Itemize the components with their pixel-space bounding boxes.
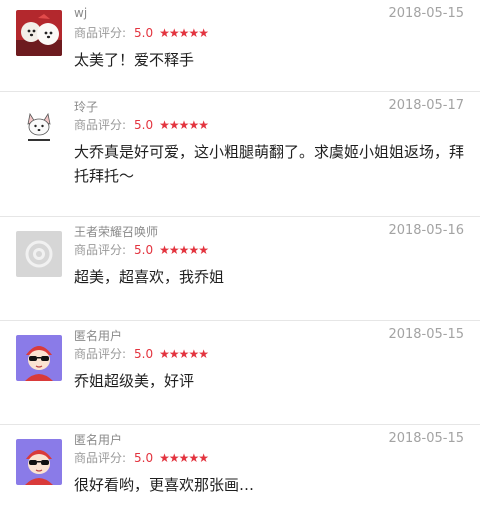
review-username: 匿名用户: [74, 433, 123, 447]
rating-row: 商品评分: 5.0 ★ ★ ★ ★ ★: [74, 345, 209, 362]
star-icon: ★: [168, 242, 180, 257]
star-icon: ★: [159, 242, 170, 257]
star-icon: ★: [198, 117, 209, 132]
review-content: 乔姐超级美，好评: [74, 372, 195, 390]
rating-score: 5.0: [134, 25, 154, 40]
star-icon: ★: [168, 25, 180, 40]
rating-stars: ★ ★ ★ ★ ★: [159, 450, 209, 465]
review-content: 太美了！爱不释手: [74, 51, 195, 69]
rating-score: 5.0: [134, 346, 154, 361]
review-item: 匿名用户 2018-05-15 商品评分: 5.0 ★ ★ ★ ★ ★ 很好看哟…: [0, 425, 480, 526]
star-icon: ★: [188, 242, 199, 257]
rating-label: 商品评分:: [74, 451, 127, 465]
review-date: 2018-05-15: [388, 327, 464, 342]
rating-row: 商品评分: 5.0 ★ ★ ★ ★ ★: [74, 449, 209, 466]
star-icon: ★: [178, 117, 190, 132]
star-icon: ★: [168, 117, 180, 132]
star-icon: ★: [168, 346, 180, 361]
review-date: 2018-05-15: [388, 431, 464, 446]
review-username: wj: [74, 6, 88, 20]
star-icon: ★: [188, 346, 199, 361]
rating-stars: ★ ★ ★ ★ ★: [159, 346, 209, 361]
rating-stars: ★ ★ ★ ★ ★: [159, 117, 209, 132]
rating-stars: ★ ★ ★ ★ ★: [159, 25, 209, 40]
star-icon: ★: [188, 117, 199, 132]
star-icon: ★: [198, 450, 209, 465]
rating-row: 商品评分: 5.0 ★ ★ ★ ★ ★: [74, 241, 209, 258]
review-content: 超美，超喜欢，我乔姐: [74, 268, 225, 286]
default-gray-avatar[interactable]: [16, 231, 62, 277]
star-icon: ★: [198, 25, 209, 40]
rating-stars: ★ ★ ★ ★ ★: [159, 242, 209, 257]
review-content: 很好看哟，更喜欢那张画…: [74, 476, 255, 494]
star-icon: ★: [178, 242, 190, 257]
star-icon: ★: [168, 450, 180, 465]
rating-score: 5.0: [134, 117, 154, 132]
star-icon: ★: [178, 450, 190, 465]
review-item: 匿名用户 2018-05-15 商品评分: 5.0 ★ ★ ★ ★ ★ 乔姐超级…: [0, 321, 480, 425]
review-date: 2018-05-17: [388, 98, 464, 113]
rating-label: 商品评分:: [74, 26, 127, 40]
star-icon: ★: [198, 242, 209, 257]
star-icon: ★: [198, 346, 209, 361]
review-date: 2018-05-16: [388, 223, 464, 238]
review-item: 王者荣耀召唤师 2018-05-16 商品评分: 5.0 ★ ★ ★ ★ ★ 超…: [0, 217, 480, 321]
review-date: 2018-05-15: [388, 6, 464, 21]
review-item: wj 2018-05-15 商品评分: 5.0 ★ ★ ★ ★ ★ 太美了！爱不…: [0, 0, 480, 92]
rating-label: 商品评分:: [74, 118, 127, 132]
review-item: 玲子 2018-05-17 商品评分: 5.0 ★ ★ ★ ★ ★ 大乔真是好可…: [0, 92, 480, 217]
anonymous-sunglasses-avatar[interactable]: [16, 335, 62, 381]
anonymous-sunglasses-avatar[interactable]: [16, 439, 62, 485]
rating-label: 商品评分:: [74, 347, 127, 361]
star-icon: ★: [178, 346, 190, 361]
rating-score: 5.0: [134, 242, 154, 257]
rating-label: 商品评分:: [74, 243, 127, 257]
star-icon: ★: [188, 25, 199, 40]
star-icon: ★: [178, 25, 190, 40]
review-content: 大乔真是好可爱，这小粗腿萌翻了。求虞姬小姐姐返场，拜托拜托～: [74, 143, 465, 185]
star-icon: ★: [159, 450, 170, 465]
rating-row: 商品评分: 5.0 ★ ★ ★ ★ ★: [74, 116, 209, 133]
star-icon: ★: [159, 346, 170, 361]
dog-photo-avatar[interactable]: [16, 10, 62, 56]
review-username: 王者荣耀召唤师: [74, 225, 159, 239]
star-icon: ★: [159, 25, 170, 40]
review-username: 匿名用户: [74, 329, 123, 343]
review-username: 玲子: [74, 100, 99, 114]
star-icon: ★: [188, 450, 199, 465]
star-icon: ★: [159, 117, 170, 132]
review-list: wj 2018-05-15 商品评分: 5.0 ★ ★ ★ ★ ★ 太美了！爱不…: [0, 0, 480, 526]
cartoon-dog-avatar[interactable]: [16, 106, 62, 152]
rating-row: 商品评分: 5.0 ★ ★ ★ ★ ★: [74, 24, 209, 41]
rating-score: 5.0: [134, 450, 154, 465]
